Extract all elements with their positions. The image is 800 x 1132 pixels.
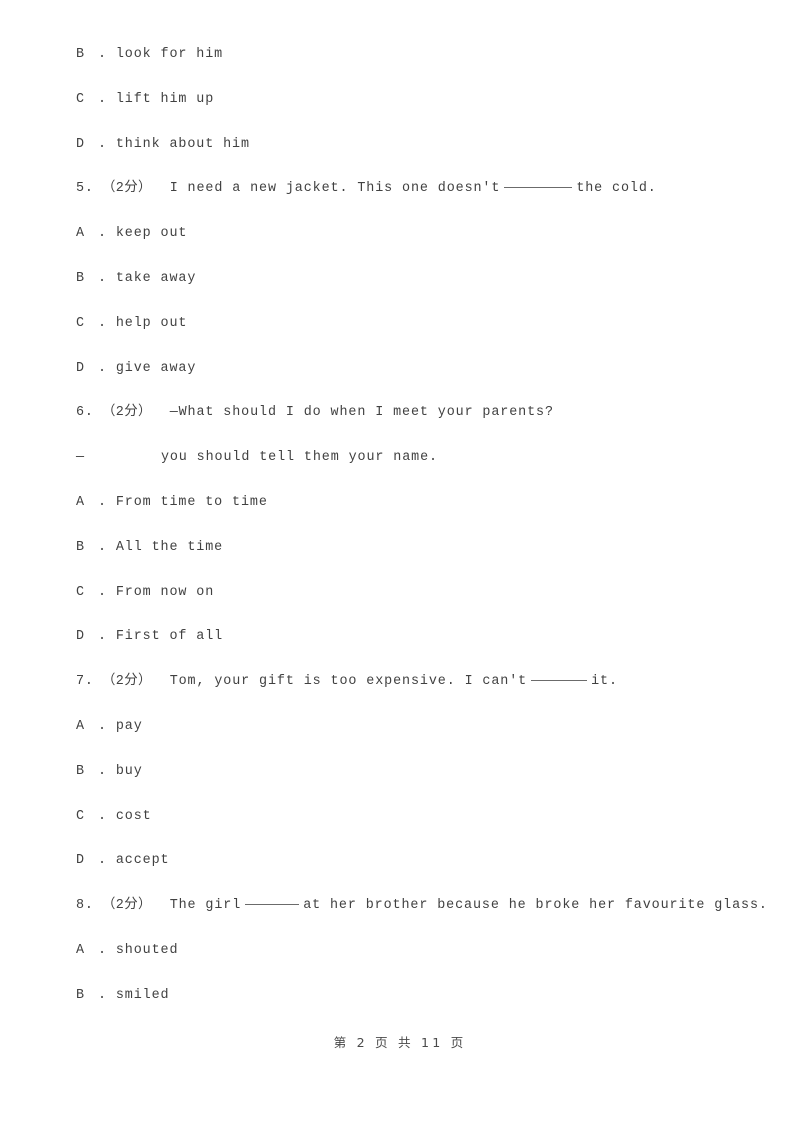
option-separator: . xyxy=(98,226,107,242)
option-letter: A xyxy=(76,494,85,510)
answer-option: B. buy xyxy=(76,761,736,806)
question-number: 5. xyxy=(76,181,94,197)
option-text: lift him up xyxy=(115,91,215,107)
option-text: All the time xyxy=(115,539,224,555)
option-separator: . xyxy=(98,584,107,600)
option-separator: . xyxy=(98,47,107,62)
option-text: shouted xyxy=(115,942,179,958)
option-separator: . xyxy=(98,808,107,824)
option-text: think about him xyxy=(115,136,250,152)
question-number: 8. xyxy=(76,898,94,914)
question-stem: 5. （2分） I need a new jacket. This one doe… xyxy=(76,178,736,223)
option-text: cost xyxy=(115,808,152,824)
option-letter: C xyxy=(76,584,85,600)
option-text: From time to time xyxy=(115,494,268,510)
option-separator: . xyxy=(98,270,107,286)
question-marks: （2分） xyxy=(102,405,152,421)
dialogue-text: you should tell them your name. xyxy=(160,450,438,466)
question-text-before-blank: I need a new jacket. This one doesn't xyxy=(169,181,501,197)
answer-option: B. look for him xyxy=(76,44,736,89)
question-list: B. look for him C. lift him up D. think ab… xyxy=(76,44,767,1030)
option-letter: D xyxy=(76,136,85,152)
option-letter: C xyxy=(76,808,85,824)
option-separator: . xyxy=(98,763,107,779)
question-stem: 7. （2分） Tom, your gift is too expensive. … xyxy=(76,671,736,716)
option-separator: . xyxy=(98,987,107,1003)
option-text: smiled xyxy=(115,987,170,1003)
question-text-after-blank: at her brother because he broke her favo… xyxy=(303,898,768,914)
answer-option: B. All the time xyxy=(76,537,736,582)
answer-option: A. shouted xyxy=(76,940,736,985)
option-letter: D xyxy=(76,853,85,869)
question-number: 6. xyxy=(76,405,94,421)
option-letter: A xyxy=(76,718,85,734)
answer-option: C. From now on xyxy=(76,582,736,627)
question-text-after-blank: the cold. xyxy=(576,181,657,197)
option-separator: . xyxy=(98,315,107,331)
answer-option: C. cost xyxy=(76,806,736,851)
page-footer: 第 2 页 共 11 页 xyxy=(333,1035,467,1050)
fill-in-blank[interactable] xyxy=(531,680,588,682)
option-text: accept xyxy=(115,853,170,869)
option-separator: . xyxy=(98,718,107,734)
question-marks: （2分） xyxy=(102,181,152,197)
option-separator: . xyxy=(98,629,107,645)
option-letter: B xyxy=(76,539,85,555)
exam-page: B. look for him C. lift him up D. think ab… xyxy=(0,0,800,1132)
option-letter: B xyxy=(76,270,85,286)
answer-option: B. take away xyxy=(76,268,736,313)
option-letter: C xyxy=(76,315,85,331)
option-separator: . xyxy=(98,494,107,510)
option-separator: . xyxy=(98,91,107,107)
answer-option: D. think about him xyxy=(76,134,736,179)
answer-option: D. give away xyxy=(76,358,736,403)
answer-option: C. lift him up xyxy=(76,89,736,134)
option-text: give away xyxy=(115,360,197,376)
answer-option: D. accept xyxy=(76,850,736,895)
option-text: keep out xyxy=(115,226,188,242)
option-separator: . xyxy=(98,136,107,152)
option-text: First of all xyxy=(115,629,224,645)
dialogue-dash: — xyxy=(76,450,85,466)
dialogue-response-line: — you should tell them your name. xyxy=(76,447,736,492)
question-text-before-blank: —What should I do when I meet your paren… xyxy=(169,405,554,421)
answer-option: D. First of all xyxy=(76,626,736,671)
question-marks: （2分） xyxy=(102,674,152,690)
option-text: look for him xyxy=(115,47,224,62)
question-text-before-blank: The girl xyxy=(169,898,242,914)
question-text-after-blank: it. xyxy=(591,674,618,690)
answer-option: C. help out xyxy=(76,313,736,358)
question-stem: 8. （2分） The girl at her brother because he… xyxy=(76,895,767,940)
fill-in-blank[interactable] xyxy=(504,187,573,189)
option-letter: B xyxy=(76,987,85,1003)
option-letter: C xyxy=(76,91,85,107)
fill-in-blank[interactable] xyxy=(245,904,300,906)
question-marks: （2分） xyxy=(102,898,152,914)
answer-option: A. pay xyxy=(76,716,736,761)
option-text: buy xyxy=(115,763,143,779)
answer-option: A. keep out xyxy=(76,223,736,268)
option-separator: . xyxy=(98,539,107,555)
option-letter: D xyxy=(76,360,85,376)
option-separator: . xyxy=(98,853,107,869)
option-text: pay xyxy=(115,718,143,734)
option-separator: . xyxy=(98,942,107,958)
question-number: 7. xyxy=(76,674,94,690)
option-separator: . xyxy=(98,360,107,376)
option-letter: B xyxy=(76,47,85,62)
option-text: help out xyxy=(115,315,188,331)
option-letter: A xyxy=(76,226,85,242)
question-text-before-blank: Tom, your gift is too expensive. I can't xyxy=(169,674,528,690)
option-letter: D xyxy=(76,629,85,645)
option-letter: B xyxy=(76,763,85,779)
answer-option: B. smiled xyxy=(76,985,736,1030)
option-text: From now on xyxy=(115,584,215,600)
option-letter: A xyxy=(76,942,85,958)
answer-option: A. From time to time xyxy=(76,492,736,537)
option-text: take away xyxy=(115,270,197,286)
question-stem: 6. （2分） —What should I do when I meet you… xyxy=(76,402,736,447)
